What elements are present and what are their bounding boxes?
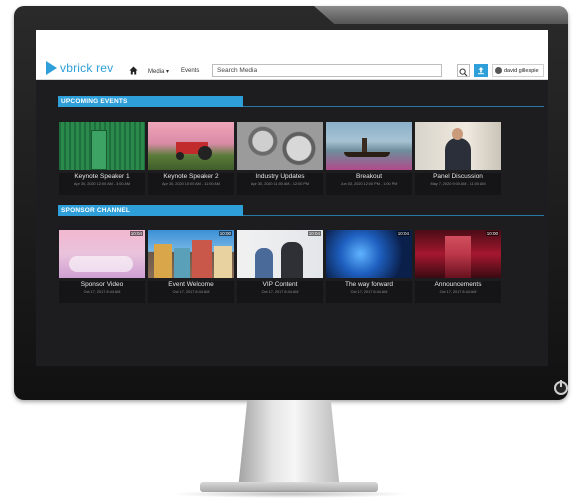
- search-placeholder: Search Media: [217, 67, 258, 74]
- upload-icon: [478, 67, 484, 75]
- thumbnail-image: 10:00: [148, 230, 234, 278]
- tile-title: The way forward: [344, 281, 394, 288]
- duration-badge: 10:04: [129, 231, 143, 236]
- monitor-sheen: [314, 6, 568, 24]
- upload-button[interactable]: [474, 64, 488, 77]
- play-logo-icon: [46, 61, 57, 75]
- duration-badge: 10:00: [218, 231, 232, 236]
- search-icon: [459, 68, 468, 77]
- duration-badge: 10:04: [396, 231, 410, 236]
- nav-media[interactable]: Media ▾: [148, 68, 169, 75]
- nav-events[interactable]: Events: [181, 68, 199, 74]
- brand-logo[interactable]: vbrick rev: [46, 61, 113, 75]
- home-icon[interactable]: [129, 66, 138, 75]
- thumbnail-image: 10:04: [237, 230, 323, 278]
- thumbnail-image: 10:00: [415, 230, 501, 278]
- tile-date: Apr 30, 2020 11:00 AM - 12:00 PM: [250, 182, 310, 186]
- tile-date: Oct 17, 2017 8:44 AM: [439, 290, 477, 294]
- thumbnail-image: 10:04: [326, 230, 412, 278]
- tile-title: Industry Updates: [255, 173, 305, 180]
- event-tile[interactable]: Keynote Speaker 2 Apr 30, 2020 10:00 AM …: [148, 122, 234, 195]
- tile-title: Event Welcome: [168, 281, 214, 288]
- thumbnail-image: [326, 122, 412, 170]
- monitor-shadow: [170, 490, 410, 498]
- tile-date: Oct 17, 2017 8:44 AM: [350, 290, 388, 294]
- event-tile[interactable]: Breakout Jun 03, 2020 12:00 PM - 1:00 PM: [326, 122, 412, 195]
- video-tile[interactable]: 10:04 The way forward Oct 17, 2017 8:44 …: [326, 230, 412, 303]
- event-tile[interactable]: Keynote Speaker 1 Apr 30, 2020 12:00 AM …: [59, 122, 145, 195]
- thumbnail-image: [59, 122, 145, 170]
- video-tile[interactable]: 10:00 Event Welcome Oct 17, 2017 8:44 AM: [148, 230, 234, 303]
- event-tile[interactable]: Panel Discussion May 7, 2020 9:00 AM - 1…: [415, 122, 501, 195]
- user-menu[interactable]: david gillespie: [492, 64, 544, 77]
- search-button[interactable]: [457, 64, 470, 77]
- section-header-sponsor-channel: SPONSOR CHANNEL: [58, 205, 243, 216]
- tile-title: Keynote Speaker 1: [74, 173, 130, 180]
- thumbnail-image: [148, 122, 234, 170]
- duration-badge: 10:00: [485, 231, 499, 236]
- tile-date: Apr 30, 2020 10:00 AM - 11:00 AM: [162, 182, 220, 186]
- tile-title: Panel Discussion: [433, 173, 483, 180]
- tile-title: Sponsor Video: [80, 281, 124, 288]
- thumbnail-image: 10:04: [59, 230, 145, 278]
- search-input[interactable]: Search Media: [212, 64, 442, 77]
- section-divider: [243, 215, 544, 216]
- tile-date: Jun 03, 2020 12:00 PM - 1:00 PM: [340, 182, 398, 186]
- tile-date: Oct 17, 2017 8:44 AM: [261, 290, 299, 294]
- screen: vbrick rev Media ▾ Events Search Media d…: [36, 30, 548, 366]
- tile-title: Announcements: [434, 281, 482, 288]
- video-tile[interactable]: 10:04 VIP Content Oct 17, 2017 8:44 AM: [237, 230, 323, 303]
- thumbnail-image: [415, 122, 501, 170]
- event-tile[interactable]: Industry Updates Apr 30, 2020 11:00 AM -…: [237, 122, 323, 195]
- thumbnail-image: [237, 122, 323, 170]
- section-header-upcoming-events: UPCOMING EVENTS: [58, 96, 243, 107]
- video-tile[interactable]: 10:00 Announcements Oct 17, 2017 8:44 AM: [415, 230, 501, 303]
- tile-date: Apr 30, 2020 12:00 AM - 3:00 AM: [73, 182, 131, 186]
- tile-title: VIP Content: [262, 281, 298, 288]
- duration-badge: 10:04: [307, 231, 321, 236]
- tile-date: Oct 17, 2017 8:44 AM: [83, 290, 121, 294]
- tile-title: Keynote Speaker 2: [163, 173, 219, 180]
- tile-title: Breakout: [355, 173, 383, 180]
- monitor-stand: [238, 400, 340, 486]
- avatar: [495, 67, 502, 74]
- power-icon[interactable]: [554, 380, 568, 395]
- section-divider: [243, 106, 544, 107]
- tile-date: Oct 17, 2017 8:44 AM: [172, 290, 210, 294]
- tile-date: May 7, 2020 9:00 AM - 11:00 AM: [430, 182, 486, 186]
- user-name: david gillespie: [504, 67, 539, 74]
- video-tile[interactable]: 10:04 Sponsor Video Oct 17, 2017 8:44 AM: [59, 230, 145, 303]
- brand-name: vbrick rev: [60, 61, 114, 75]
